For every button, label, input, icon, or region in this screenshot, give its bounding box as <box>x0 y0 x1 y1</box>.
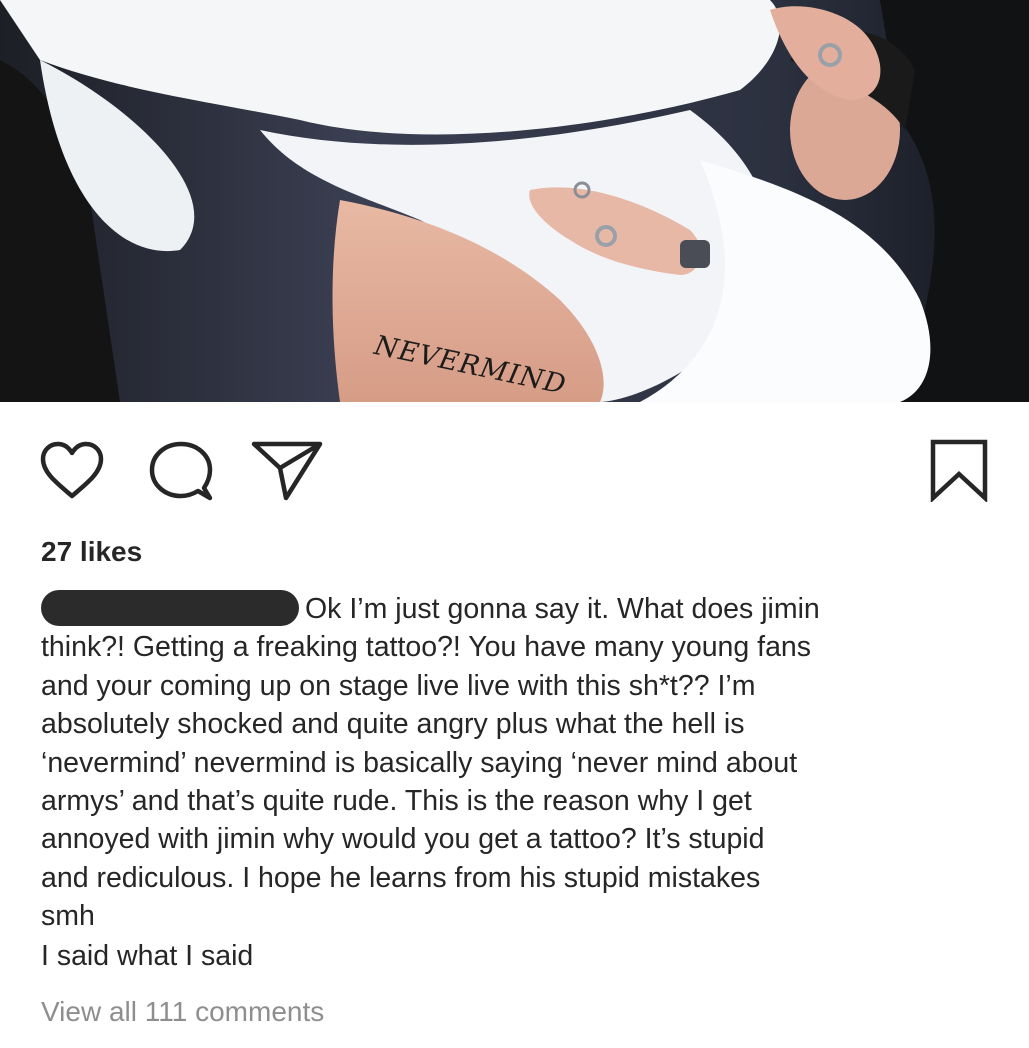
caption-line: think?! Getting a freaking tattoo?! You … <box>41 631 812 664</box>
share-icon[interactable] <box>250 438 324 502</box>
heart-icon[interactable] <box>38 440 106 500</box>
redacted-username[interactable] <box>41 590 299 626</box>
caption-line: absolutely shocked and quite angry plus … <box>41 708 745 741</box>
caption-line: and rediculous. I hope he learns from hi… <box>41 861 761 894</box>
caption-text: Ok I’m just gonna say it. What does jimi… <box>305 593 820 625</box>
caption-line: and your coming up on stage live live wi… <box>41 669 756 702</box>
caption-line: ‘nevermind’ nevermind is basically sayin… <box>41 746 798 779</box>
likes-count[interactable]: 27 likes <box>41 536 142 568</box>
caption-line: annoyed with jimin why would you get a t… <box>41 823 765 856</box>
caption-line: armys’ and that’s quite rude. This is th… <box>41 785 752 818</box>
action-bar <box>0 402 1029 532</box>
caption-line: Ok I’m just gonna say it. What does jimi… <box>41 590 1001 628</box>
post-photo[interactable]: NEVERMIND <box>0 0 1029 402</box>
photo-illustration <box>0 0 1029 402</box>
caption: Ok I’m just gonna say it. What does jimi… <box>41 590 1001 936</box>
view-comments-link[interactable]: View all 111 comments <box>41 996 324 1028</box>
bookmark-icon[interactable] <box>927 438 991 502</box>
comment-icon[interactable] <box>148 440 214 504</box>
caption-line: smh <box>41 900 95 933</box>
reply-text: I said what I said <box>41 940 254 972</box>
instagram-post: NEVERMIND 27 likes Ok I’m just gonna say… <box>0 0 1029 1048</box>
